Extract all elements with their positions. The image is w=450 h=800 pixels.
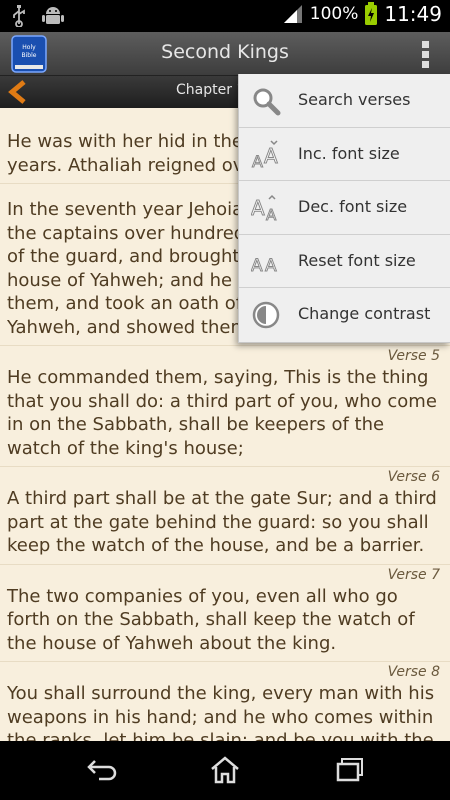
svg-text:A: A — [266, 206, 277, 223]
verse-item[interactable]: Verse 8 You shall surround the king, eve… — [0, 662, 450, 741]
verse-text: The two companies of you, even all who g… — [7, 585, 415, 654]
search-icon — [253, 88, 281, 116]
verse-text: You shall surround the king, every man w… — [7, 683, 435, 741]
svg-text:A: A — [251, 256, 263, 276]
chapter-label: Chapter 1 — [176, 82, 246, 98]
decrease-font-icon: A A — [251, 195, 278, 223]
menu-item-reset-font-size[interactable]: A A Reset font size — [239, 235, 450, 289]
action-bar: Holy Bible Second Kings — [0, 32, 450, 76]
menu-item-label: Change contrast — [298, 304, 431, 324]
menu-item-label: Reset font size — [298, 250, 416, 270]
status-bar: 100% 11:49 — [0, 0, 450, 32]
menu-item-dec-font-size[interactable]: A A Dec. font size — [239, 181, 450, 235]
clock: 11:49 — [384, 2, 442, 26]
menu-item-inc-font-size[interactable]: A A Inc. font size — [239, 128, 450, 182]
system-status: 100% 11:49 — [282, 2, 442, 26]
menu-item-label: Search verses — [298, 90, 411, 109]
verse-item[interactable]: Verse 7 The two companies of you, even a… — [0, 565, 450, 662]
verse-item[interactable]: Verse 5 He commanded them, saying, This … — [0, 346, 450, 467]
home-nav-icon[interactable] — [209, 755, 241, 785]
usb-icon — [13, 5, 25, 27]
verse-item[interactable]: Verse 6 A third part shall be at the gat… — [0, 467, 450, 565]
notification-icons — [12, 5, 64, 27]
verse-number: Verse 5 — [387, 348, 440, 364]
page-title: Second Kings — [161, 41, 289, 63]
signal-icon — [283, 5, 302, 23]
svg-text:A: A — [265, 256, 277, 276]
reset-font-icon: A A — [251, 255, 278, 276]
verse-number: Verse 7 — [387, 566, 440, 583]
increase-font-icon: A A — [252, 140, 279, 170]
verse-text: A third part shall be at the gate Sur; a… — [7, 488, 437, 556]
overflow-menu-icon[interactable] — [420, 38, 432, 70]
svg-text:A: A — [251, 196, 265, 220]
back-nav-icon[interactable] — [85, 755, 117, 785]
android-debug-icon — [42, 7, 64, 24]
battery-percent: 100% — [309, 4, 359, 24]
verse-text: He commanded them, saying, This is the t… — [7, 367, 437, 459]
menu-item-label: Dec. font size — [298, 197, 408, 217]
contrast-icon — [252, 302, 280, 329]
svg-text:A: A — [264, 144, 278, 168]
battery-charging-icon — [365, 2, 378, 25]
overflow-menu: Search verses A A Inc. font size A A Dec… — [238, 74, 450, 343]
verse-number: Verse 6 — [387, 469, 440, 485]
menu-item-label: Inc. font size — [298, 143, 400, 163]
navigation-bar — [0, 741, 450, 800]
svg-text:A: A — [252, 152, 263, 170]
back-arrow-icon[interactable] — [6, 80, 30, 104]
verse-number: Verse 8 — [387, 664, 440, 680]
recent-apps-icon[interactable] — [334, 755, 366, 785]
menu-item-change-contrast[interactable]: Change contrast — [239, 288, 450, 342]
menu-item-search-verses[interactable]: Search verses — [239, 74, 450, 128]
